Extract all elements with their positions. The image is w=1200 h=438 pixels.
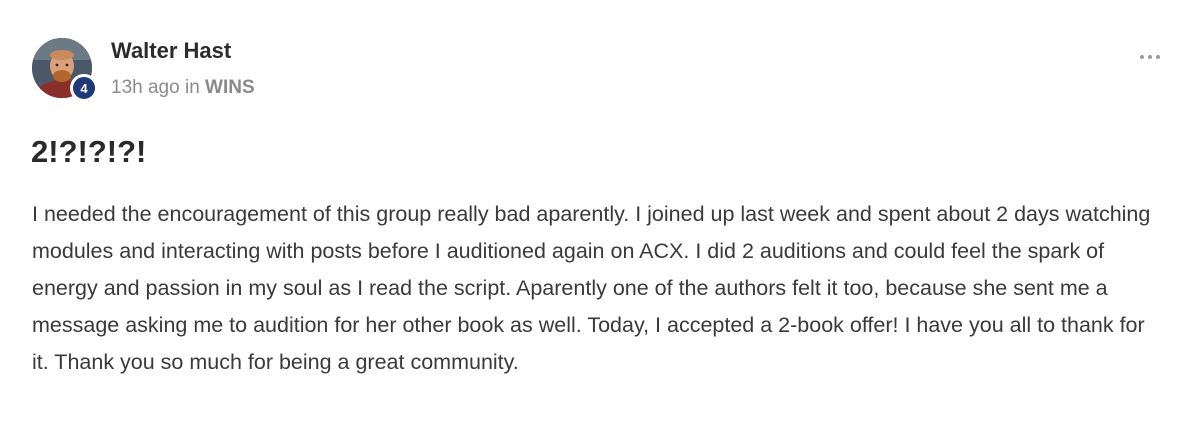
ellipsis-horizontal-icon <box>1140 55 1144 59</box>
author-avatar-wrapper[interactable]: 4 <box>32 38 98 102</box>
post-card: 4 Walter Hast 13h ago in WINS 2!?!?!?! I… <box>0 0 1200 438</box>
author-name[interactable]: Walter Hast <box>111 37 231 65</box>
post-body: I needed the encouragement of this group… <box>32 202 1151 374</box>
level-badge: 4 <box>70 74 98 102</box>
group-link[interactable]: WINS <box>205 77 255 98</box>
post-time[interactable]: 13h ago <box>111 77 180 98</box>
more-options-button[interactable] <box>1134 48 1166 66</box>
post-meta: 13h ago in WINS <box>111 75 255 101</box>
post-title: 2!?!?!?! <box>31 134 147 169</box>
meta-in-word: in <box>184 77 200 98</box>
